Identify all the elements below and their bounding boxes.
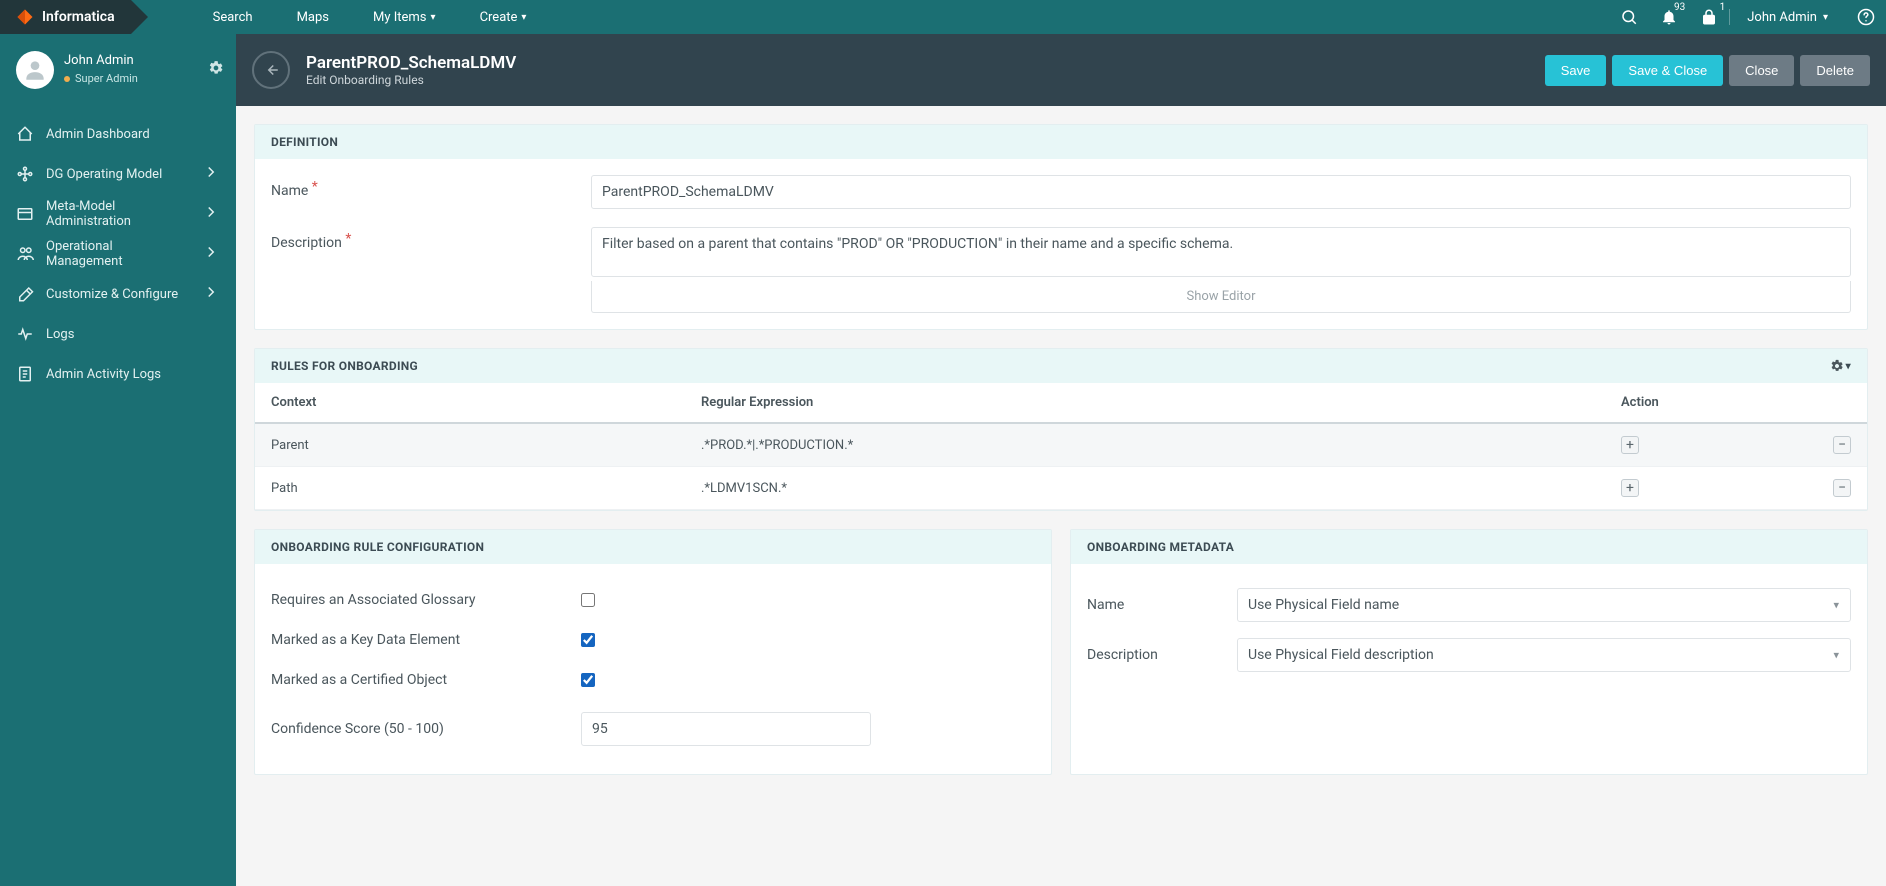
chevron-down-icon: ▾	[1823, 12, 1828, 23]
metadata-heading: ONBOARDING METADATA	[1071, 530, 1867, 564]
metadata-panel: ONBOARDING METADATA Name Description	[1070, 529, 1868, 775]
rules-heading: RULES FOR ONBOARDING	[271, 359, 418, 373]
sidebar-item-meta-model[interactable]: Meta-Model Administration	[0, 194, 236, 234]
rule-regex: .*LDMV1SCN.*	[701, 481, 1621, 496]
sidebar-user-block: John Admin Super Admin	[0, 34, 236, 106]
chevron-right-icon	[202, 243, 220, 265]
confidence-input[interactable]	[581, 712, 871, 746]
delete-button[interactable]: Delete	[1800, 55, 1870, 86]
save-button[interactable]: Save	[1545, 55, 1607, 86]
lock-badge: 1	[1720, 2, 1726, 13]
notifications-icon[interactable]: 93	[1649, 0, 1689, 34]
sidebar-item-ops-mgmt[interactable]: Operational Management	[0, 234, 236, 274]
brand-icon	[16, 8, 34, 26]
chevron-right-icon	[202, 203, 220, 225]
brand-logo[interactable]: Informatica	[0, 0, 131, 34]
sidebar-item-dashboard[interactable]: Admin Dashboard	[0, 114, 236, 154]
add-rule-button[interactable]: +	[1621, 479, 1639, 497]
sidebar-item-label: Admin Dashboard	[46, 127, 150, 142]
page-subtitle: Edit Onboarding Rules	[306, 73, 516, 87]
col-regex: Regular Expression	[701, 395, 1621, 410]
name-label: Name *	[271, 175, 591, 199]
confidence-label: Confidence Score (50 - 100)	[271, 721, 581, 737]
kde-label: Marked as a Key Data Element	[271, 632, 581, 648]
name-input[interactable]	[591, 175, 1851, 209]
sidebar-user-role: Super Admin	[64, 72, 198, 86]
meta-desc-select[interactable]	[1237, 638, 1851, 672]
sidebar-item-label: DG Operating Model	[46, 167, 162, 182]
col-action: Action	[1621, 395, 1811, 410]
notifications-badge: 93	[1674, 2, 1685, 13]
definition-panel: DEFINITION Name * Description * Filter b…	[254, 124, 1868, 330]
definition-heading: DEFINITION	[255, 125, 1867, 159]
user-menu[interactable]: John Admin ▾	[1729, 0, 1846, 34]
chevron-down-icon: ▾	[521, 12, 526, 23]
user-name: John Admin	[1747, 10, 1817, 25]
sidebar-item-dg-model[interactable]: DG Operating Model	[0, 154, 236, 194]
remove-rule-button[interactable]: −	[1833, 436, 1851, 454]
meta-desc-label: Description	[1087, 647, 1237, 663]
sidebar-nav: Admin Dashboard DG Operating Model Meta-Mo…	[0, 106, 236, 886]
user-settings-gear-icon[interactable]	[208, 60, 224, 80]
kde-checkbox[interactable]	[581, 633, 595, 647]
nav-create[interactable]: Create ▾	[458, 0, 549, 34]
page-title: ParentPROD_SchemaLDMV	[306, 53, 516, 73]
avatar	[16, 51, 54, 89]
rule-context: Path	[271, 481, 701, 496]
remove-rule-button[interactable]: −	[1833, 479, 1851, 497]
close-button[interactable]: Close	[1729, 55, 1794, 86]
rule-context: Parent	[271, 438, 701, 453]
glossary-label: Requires an Associated Glossary	[271, 592, 581, 608]
sidebar-item-label: Admin Activity Logs	[46, 367, 161, 382]
top-nav-bar: Informatica Search Maps My Items ▾ Creat…	[0, 0, 1886, 34]
nav-my-items[interactable]: My Items ▾	[351, 0, 458, 34]
show-editor-link[interactable]: Show Editor	[591, 281, 1851, 313]
description-textarea[interactable]: Filter based on a parent that contains "…	[591, 227, 1851, 277]
lock-icon[interactable]: 1	[1689, 0, 1729, 34]
top-search-icon[interactable]	[1609, 0, 1649, 34]
sidebar-user-name: John Admin	[64, 53, 198, 70]
sidebar-item-logs[interactable]: Logs	[0, 314, 236, 354]
brand-text: Informatica	[42, 9, 115, 25]
config-panel: ONBOARDING RULE CONFIGURATION Requires a…	[254, 529, 1052, 775]
nav-maps[interactable]: Maps	[275, 0, 351, 34]
rules-settings-dropdown[interactable]: ▾	[1830, 359, 1851, 373]
sidebar-item-label: Operational Management	[46, 239, 190, 269]
description-label: Description *	[271, 227, 591, 251]
chevron-down-icon: ▾	[431, 12, 436, 23]
sidebar-item-customize[interactable]: Customize & Configure	[0, 274, 236, 314]
back-button[interactable]	[252, 51, 290, 89]
sidebar-item-label: Customize & Configure	[46, 287, 178, 302]
chevron-right-icon	[202, 163, 220, 185]
nav-search[interactable]: Search	[191, 0, 275, 34]
chevron-down-icon: ▾	[1846, 361, 1851, 372]
chevron-right-icon	[202, 283, 220, 305]
table-row: Path.*LDMV1SCN.*+ −	[255, 467, 1867, 510]
meta-name-select[interactable]	[1237, 588, 1851, 622]
sidebar-item-label: Logs	[46, 327, 74, 342]
meta-name-label: Name	[1087, 597, 1237, 613]
col-context: Context	[271, 395, 701, 410]
rule-regex: .*PROD.*|.*PRODUCTION.*	[701, 438, 1621, 453]
sidebar-item-label: Meta-Model Administration	[46, 199, 190, 229]
content-area: DEFINITION Name * Description * Filter b…	[236, 106, 1886, 886]
table-row: Parent.*PROD.*|.*PRODUCTION.*+ −	[255, 424, 1867, 467]
rules-panel: RULES FOR ONBOARDING ▾ ContextRegular Ex…	[254, 348, 1868, 511]
save-close-button[interactable]: Save & Close	[1612, 55, 1723, 86]
add-rule-button[interactable]: +	[1621, 436, 1639, 454]
config-heading: ONBOARDING RULE CONFIGURATION	[255, 530, 1051, 564]
page-header: John Admin Super Admin ParentPROD_Schema…	[0, 34, 1886, 106]
certified-checkbox[interactable]	[581, 673, 595, 687]
glossary-checkbox[interactable]	[581, 593, 595, 607]
help-icon[interactable]	[1846, 0, 1886, 34]
sidebar-item-activity-logs[interactable]: Admin Activity Logs	[0, 354, 236, 394]
certified-label: Marked as a Certified Object	[271, 672, 581, 688]
